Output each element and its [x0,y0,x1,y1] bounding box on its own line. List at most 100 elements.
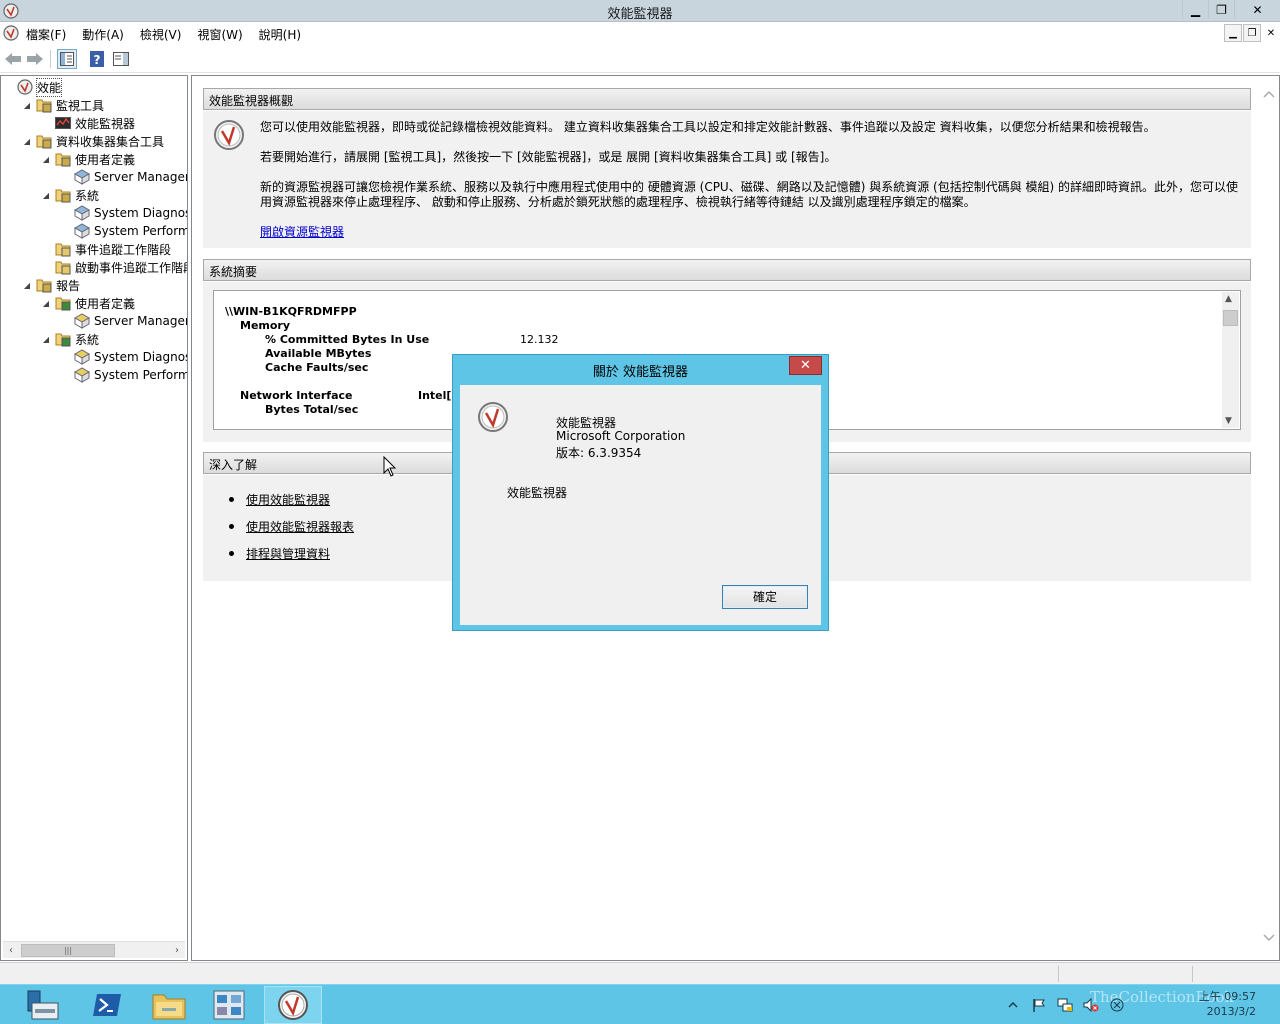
folder-icon [36,277,52,293]
learn-link-item: 使用效能監視器報表 [229,518,354,535]
tree-item-startup-event-trace-sessions[interactable]: 啟動事件追蹤工作階段 [41,258,187,276]
tree-item-system-performance[interactable]: System Performan [60,222,187,240]
status-separator [1192,966,1193,982]
window-controls: ▁ ❐ ✕ [1182,0,1280,20]
system-menu-icon[interactable] [3,25,19,41]
tree-item-label: 系統 [75,332,100,347]
about-dialog: 關於 效能監視器 ✕ 效能監視器 Microsoft Corporation 版… [452,354,829,631]
menu-bar: 檔案(F) 動作(A) 檢視(V) 視窗(W) 說明(H) [0,22,1280,44]
mdi-minimize-button[interactable]: ▁ [1224,24,1242,42]
clock-date: 2013/3/2 [1206,1005,1256,1018]
tree-item-label: 效能監視器 [75,116,136,131]
tree-item-reports-system[interactable]: ◢ 系統 [41,330,99,348]
menu-view[interactable]: 檢視(V) [140,26,182,43]
restore-button[interactable]: ❐ [1208,0,1234,19]
disconnected-icon[interactable] [1109,997,1125,1013]
open-resource-monitor-link[interactable]: 開啟資源監視器 [260,225,344,240]
expand-arrow-icon[interactable]: ◢ [41,191,51,200]
bullet [229,524,234,529]
tree-item-system-diagnostics[interactable]: System Diagnostic [60,204,187,222]
machine-name: \\WIN-B1KQFRDMFPP [225,305,357,318]
counter-bytes-total: Bytes Total/sec [265,403,359,416]
server-manager-taskbar-button[interactable] [14,986,72,1024]
folder-icon [55,295,71,311]
expand-arrow-icon[interactable]: ◢ [41,299,51,308]
overview-header[interactable]: 效能監視器概觀 [203,88,1251,110]
summary-vertical-scrollbar[interactable]: ▲ ▼ [1222,292,1239,428]
tree-item-label: System Diagnostic [94,206,187,220]
show-hidden-icons-chevron-icon[interactable] [1005,997,1021,1013]
tree-item-label: 事件追蹤工作階段 [75,242,172,257]
mdi-close-button[interactable]: ✕ [1262,24,1280,42]
menu-action[interactable]: 動作(A) [82,26,124,43]
tree-item-system[interactable]: ◢ 系統 [41,186,99,204]
company-name: Microsoft Corporation [556,429,686,443]
tree-item-reports-server-manager-pe[interactable]: Server Manager Pe [60,312,187,330]
menu-file[interactable]: 檔案(F) [26,26,66,43]
tree-item-reports-system-diagnostics[interactable]: System Diagnostic [60,348,187,366]
ok-button[interactable]: 確定 [722,585,808,609]
using-perfmon-reports-link[interactable]: 使用效能監視器報表 [246,518,354,535]
show-hide-console-tree-icon[interactable] [57,49,77,69]
network-icon[interactable] [1057,997,1073,1013]
toolbar: ? [0,44,1280,73]
expand-arrow-icon[interactable]: ◢ [22,281,32,290]
tree-item-user-defined[interactable]: ◢ 使用者定義 [41,150,135,168]
back-arrow-icon[interactable] [3,49,23,69]
folder-icon [55,151,71,167]
tree-item-event-trace-sessions[interactable]: 事件追蹤工作階段 [41,240,171,258]
performance-gauge-icon [17,79,33,95]
schedule-manage-data-link[interactable]: 排程與管理資料 [246,545,330,562]
scroll-down-button[interactable]: ▼ [1225,416,1232,426]
scroll-down-chevron-icon[interactable] [1263,934,1275,942]
control-panel-taskbar-button[interactable] [200,986,258,1024]
tree-item-label: 使用者定義 [75,152,136,167]
forward-arrow-icon[interactable] [25,49,45,69]
help-icon[interactable]: ? [87,49,107,69]
tree-item-performance[interactable]: 效能 [3,77,63,97]
summary-scroll-thumb[interactable] [1223,310,1238,326]
expand-arrow-icon[interactable]: ◢ [41,155,51,164]
details-vertical-scrollbar[interactable] [1259,76,1279,960]
expand-arrow-icon[interactable]: ◢ [22,137,32,146]
tree-item-reports[interactable]: ◢ 報告 [22,276,80,294]
performance-gauge-icon [478,402,508,432]
volume-muted-icon[interactable] [1083,997,1099,1013]
close-button[interactable]: ✕ [1234,0,1280,19]
tree-item-performance-monitor[interactable]: 效能監視器 [41,114,135,132]
scroll-left-button[interactable]: ‹ [3,943,19,958]
performance-monitor-taskbar-button[interactable] [264,986,322,1024]
tree-item-monitoring-tools[interactable]: ◢ 監視工具 [22,96,104,114]
scroll-right-button[interactable]: › [169,943,185,958]
system-summary-header[interactable]: 系統摘要 [203,259,1251,281]
system-tray [1000,985,1130,1024]
scroll-thumb[interactable]: ||| [21,944,115,957]
performance-gauge-icon [278,990,308,1020]
file-explorer-taskbar-button[interactable] [140,986,198,1024]
tree-horizontal-scrollbar[interactable]: ‹ ||| › [3,941,185,958]
minimize-button[interactable]: ▁ [1182,0,1208,19]
window-title: 效能監視器 [607,7,673,22]
scroll-up-button[interactable]: ▲ [1225,294,1232,304]
toolbar-separator [50,50,51,68]
tree-item-reports-system-performance[interactable]: System Performan [60,366,187,384]
overview-paragraph-1: 您可以使用效能監視器，即時或從記錄檔檢視效能資料。 建立資料收集器集合工具以設定… [260,120,1156,134]
scroll-up-chevron-icon[interactable] [1263,90,1275,98]
using-perfmon-link[interactable]: 使用效能監視器 [246,491,330,508]
action-center-flag-icon[interactable] [1031,997,1047,1013]
tree-item-label: 使用者定義 [75,296,136,311]
tree-item-reports-user-defined[interactable]: ◢ 使用者定義 [41,294,135,312]
dialog-close-button[interactable]: ✕ [789,356,822,375]
show-hide-action-pane-icon[interactable] [111,49,131,69]
expand-arrow-icon[interactable]: ◢ [41,335,51,344]
mdi-restore-button[interactable]: ❐ [1243,24,1261,42]
powershell-taskbar-button[interactable] [78,986,136,1024]
expand-arrow-icon[interactable]: ◢ [22,101,32,110]
counter-available-mbytes: Available MBytes [265,347,372,360]
menu-window[interactable]: 視窗(W) [197,26,242,43]
taskbar-clock[interactable]: 上午 09:57 2013/3/2 [1199,989,1256,1019]
tree-item-data-collector-sets[interactable]: ◢ 資料收集器集合工具 [22,132,164,150]
tree-item-server-manager-pe[interactable]: Server Manager Pe [60,168,187,186]
menu-help[interactable]: 說明(H) [259,26,301,43]
dialog-title: 關於 效能監視器 [592,365,689,380]
